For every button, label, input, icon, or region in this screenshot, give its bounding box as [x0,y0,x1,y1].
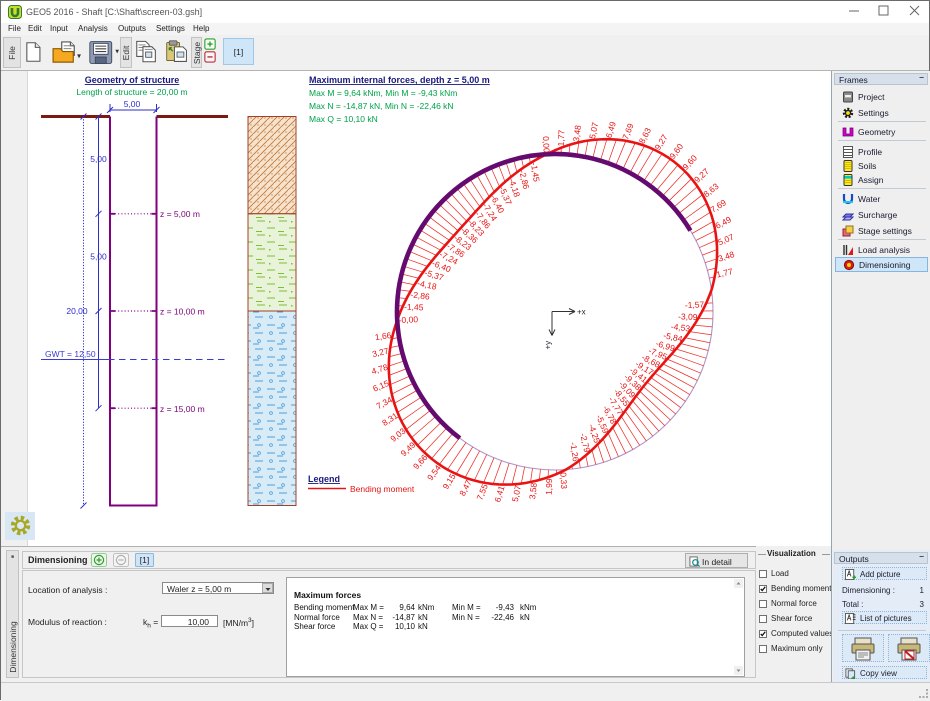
svg-text:Max Q = 10,10 kN: Max Q = 10,10 kN [309,114,378,124]
svg-text:7,69: 7,69 [709,197,729,215]
svg-text:z = 10,00 m: z = 10,00 m [160,307,205,317]
svg-text:5,00: 5,00 [90,251,107,261]
svg-text:5,07: 5,07 [510,484,523,503]
svg-text:3,48: 3,48 [717,249,736,264]
svg-text:-3,09: -3,09 [678,311,698,322]
svg-text:6,49: 6,49 [604,120,618,139]
svg-text:7,69: 7,69 [620,122,636,141]
svg-text:[1]: [1] [140,555,149,565]
svg-text:0,00: 0,00 [541,136,552,153]
svg-text:z = 15,00 m: z = 15,00 m [160,404,205,414]
svg-text:Length of structure = 20,00 m: Length of structure = 20,00 m [76,87,187,97]
svg-text:GWT = 12,50: GWT = 12,50 [45,349,96,359]
svg-text:+y: +y [544,341,553,350]
svg-text:Max M = 9,64 kNm, Min M = -9,4: Max M = 9,64 kNm, Min M = -9,43 kNm [309,88,457,98]
svg-text:-0,00: -0,00 [398,314,418,325]
svg-text:-1,45: -1,45 [529,162,542,183]
svg-text:3,58: 3,58 [527,482,539,500]
svg-text:20,00: 20,00 [66,306,88,316]
svg-text:0,33: 0,33 [558,472,569,489]
svg-text:3,27: 3,27 [371,346,390,360]
svg-text:3,48: 3,48 [571,124,583,142]
svg-text:5,00: 5,00 [124,99,141,109]
svg-text:Legend: Legend [308,474,340,484]
svg-text:8,63: 8,63 [637,126,654,146]
svg-text:8,63: 8,63 [701,181,720,199]
svg-text:7,55: 7,55 [474,482,490,501]
svg-text:9,27: 9,27 [652,132,669,152]
svg-text:1,77: 1,77 [556,129,567,146]
svg-text:-1,26: -1,26 [568,442,581,463]
svg-text:Geometry of structure: Geometry of structure [85,75,180,85]
svg-text:+x: +x [577,308,586,317]
svg-text:5,07: 5,07 [587,121,600,140]
svg-text:-2,86: -2,86 [410,289,431,301]
svg-text:5,07: 5,07 [716,232,735,248]
svg-text:Bending moment: Bending moment [350,484,415,494]
svg-text:5,00: 5,00 [90,154,107,164]
svg-text:6,15: 6,15 [371,378,390,394]
svg-text:1,99: 1,99 [544,478,555,495]
svg-text:-1,45: -1,45 [404,302,424,313]
svg-text:6,49: 6,49 [714,214,734,231]
svg-text:9,27: 9,27 [692,166,711,185]
svg-text:Max N = -14,87 kN, Min N = -22: Max N = -14,87 kN, Min N = -22,46 kN [309,101,454,111]
svg-text:1,66: 1,66 [374,330,392,342]
svg-text:6,41: 6,41 [492,484,506,503]
svg-text:-1,57: -1,57 [685,299,705,310]
svg-text:9,60: 9,60 [680,153,699,172]
svg-text:Maximum internal forces, depth: Maximum internal forces, depth z = 5,00 … [309,75,490,85]
svg-text:9,60: 9,60 [667,141,685,160]
svg-text:z = 5,00 m: z = 5,00 m [160,209,200,219]
svg-text:1,77: 1,77 [715,266,734,280]
svg-text:4,78: 4,78 [370,362,389,377]
